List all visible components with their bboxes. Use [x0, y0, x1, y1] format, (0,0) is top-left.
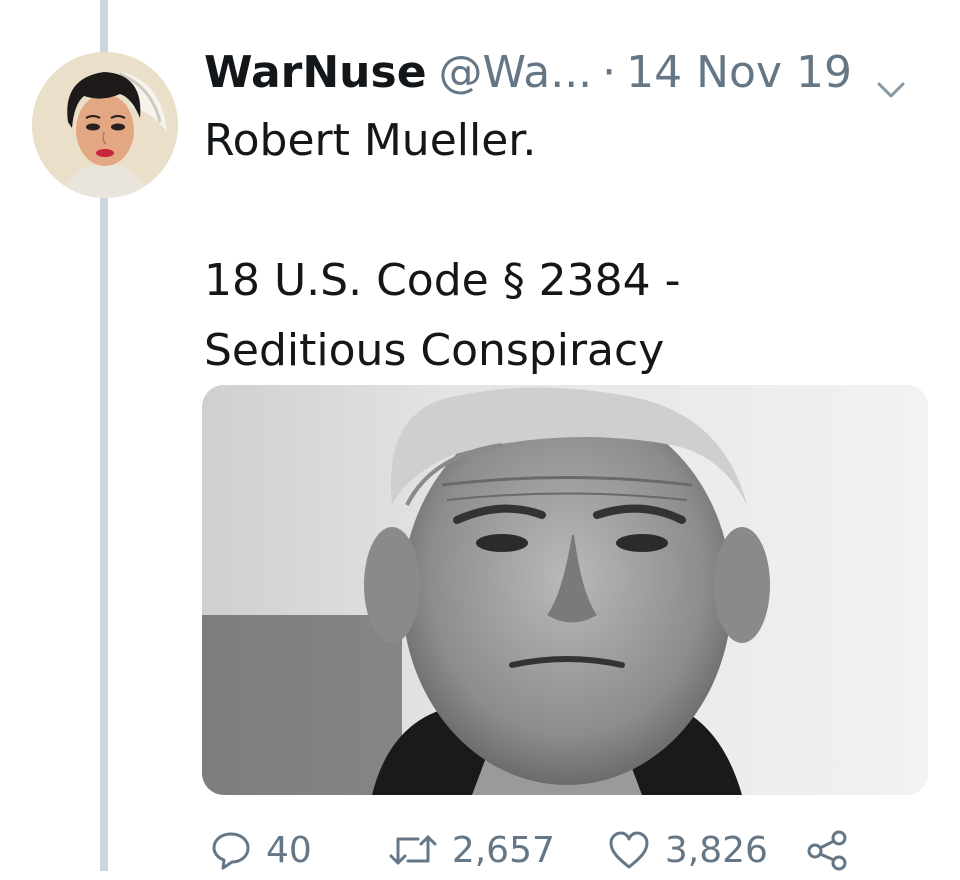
portrait-photo	[202, 385, 928, 795]
heart-icon	[607, 829, 651, 871]
like-count: 3,826	[664, 829, 768, 871]
avatar[interactable]	[32, 52, 178, 198]
avatar-image	[32, 52, 178, 198]
reply-count: 40	[266, 829, 312, 871]
chevron-down-icon[interactable]	[874, 61, 908, 98]
separator: ·	[602, 46, 617, 98]
timestamp[interactable]: 14 Nov 19	[626, 47, 852, 98]
share-icon	[806, 829, 848, 871]
reply-button[interactable]: 40	[210, 829, 312, 871]
tweet-text-line: Seditious Conspiracy	[204, 325, 665, 376]
display-name[interactable]: WarNuse	[204, 47, 427, 98]
tweet-text: Robert Mueller. 18 U.S. Code § 2384 - Se…	[204, 106, 924, 386]
tweet-photo[interactable]	[202, 385, 928, 795]
user-handle[interactable]: @Wa...	[439, 47, 593, 98]
share-button[interactable]	[806, 829, 848, 871]
reply-icon	[210, 829, 252, 871]
tweet-text-line: Robert Mueller.	[204, 115, 537, 166]
like-button[interactable]: 3,826	[607, 829, 768, 871]
retweet-icon	[388, 829, 438, 871]
retweet-button[interactable]: 2,657	[388, 829, 555, 871]
retweet-count: 2,657	[451, 829, 555, 871]
tweet-header: WarNuse @Wa... · 14 Nov 19	[204, 40, 940, 104]
tweet-actions: 40 2,657 3,826	[210, 820, 848, 880]
tweet-text-line: 18 U.S. Code § 2384 -	[204, 255, 681, 306]
